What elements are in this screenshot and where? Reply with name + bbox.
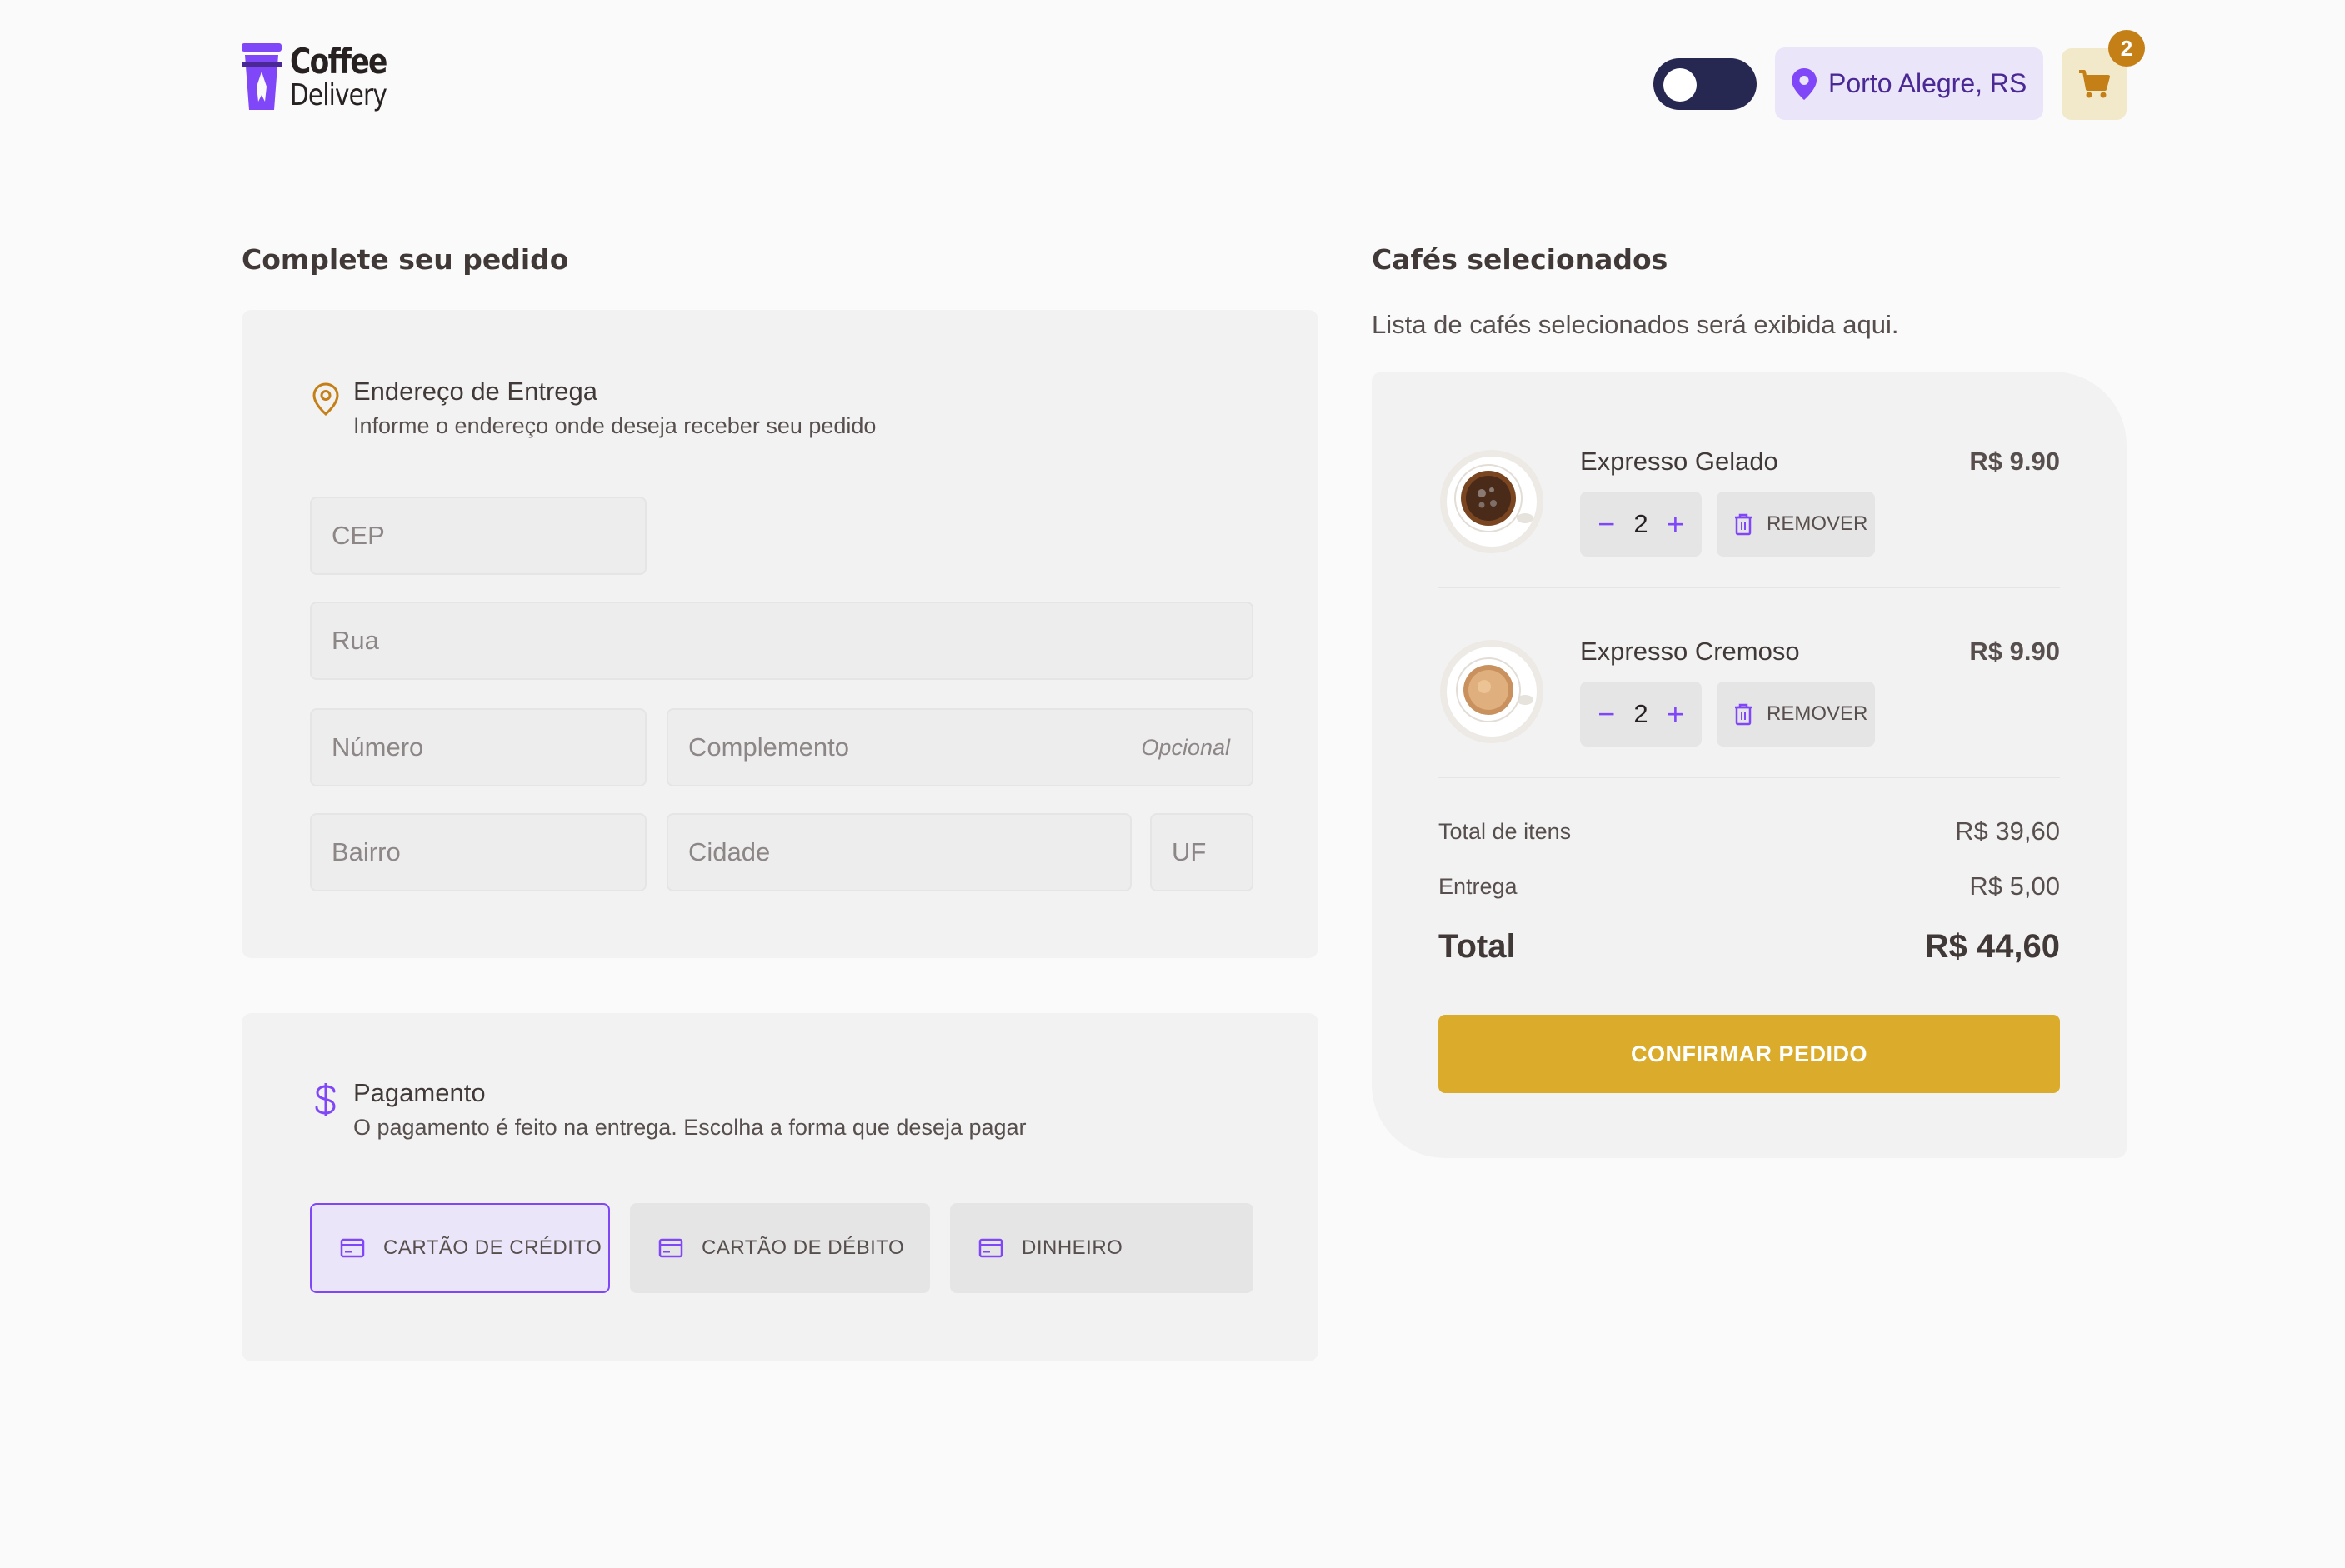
- cart-title: Cafés selecionados: [1372, 243, 1668, 276]
- address-subtitle: Informe o endereço onde deseja receber s…: [353, 413, 877, 438]
- cart-item-name: Expresso Gelado: [1580, 447, 1778, 476]
- location-text: Porto Alegre, RS: [1828, 68, 2028, 98]
- items-total-label: Total de itens: [1438, 818, 1572, 844]
- iced-espresso-image: [1440, 450, 1543, 553]
- address-card: Endereço de Entrega Informe o endereço o…: [242, 310, 1318, 958]
- cep-input[interactable]: CEP: [310, 497, 647, 575]
- confirm-order-button[interactable]: CONFIRMAR PEDIDO: [1438, 1015, 2060, 1093]
- city-input[interactable]: Cidade: [667, 813, 1132, 891]
- cart-item-price: R$ 9.90: [1969, 637, 2060, 666]
- neighborhood-input[interactable]: Bairro: [310, 813, 647, 891]
- trash-icon: [1735, 703, 1752, 726]
- payment-cash-label: DINHEIRO: [1022, 1236, 1123, 1259]
- credit-card-icon: [340, 1238, 365, 1258]
- city-placeholder: Cidade: [688, 837, 771, 866]
- cart-item-price: R$ 9.90: [1969, 447, 2060, 476]
- item-divider: [1438, 587, 2060, 588]
- payment-debit-label: CARTÃO DE DÉBITO: [702, 1236, 905, 1259]
- logo[interactable]: Coffee Delivery: [242, 43, 408, 112]
- payment-card: Pagamento O pagamento é feito na entrega…: [242, 1013, 1318, 1361]
- grand-total-value: R$ 44,60: [1924, 928, 2060, 965]
- creamy-espresso-image: [1440, 640, 1543, 743]
- decrease-quantity-button[interactable]: −: [1598, 699, 1615, 729]
- delivery-row: Entrega R$ 5,00: [1438, 871, 2060, 901]
- remove-label: REMOVER: [1767, 512, 1868, 535]
- logo-line-2: Delivery: [290, 78, 388, 112]
- coffee-cup-logo-icon: [242, 43, 282, 110]
- grand-total-label: Total: [1438, 928, 1516, 965]
- delivery-value: R$ 5,00: [1969, 871, 2060, 901]
- order-form-title: Complete seu pedido: [242, 243, 569, 276]
- remove-item-button[interactable]: REMOVER: [1717, 492, 1875, 557]
- neighborhood-placeholder: Bairro: [332, 837, 401, 866]
- cart-item: Expresso Gelado R$ 9.90 − 2 + REMOVER: [1438, 440, 2060, 607]
- trash-icon: [1735, 513, 1752, 536]
- cart-count-badge: 2: [2108, 30, 2145, 67]
- optional-hint: Opcional: [1141, 734, 1230, 760]
- payment-credit-card-button[interactable]: CARTÃO DE CRÉDITO: [310, 1203, 610, 1293]
- increase-quantity-button[interactable]: +: [1667, 509, 1684, 539]
- number-input[interactable]: Número: [310, 708, 647, 786]
- shopping-cart-icon: [2079, 70, 2110, 98]
- items-total-row: Total de itens R$ 39,60: [1438, 816, 2060, 846]
- state-placeholder: UF: [1172, 837, 1207, 866]
- cart-item: Expresso Cremoso R$ 9.90 − 2 + REMOVER: [1438, 630, 2060, 796]
- remove-label: REMOVER: [1767, 702, 1868, 725]
- delivery-label: Entrega: [1438, 873, 1518, 899]
- item-divider: [1438, 777, 2060, 778]
- grand-total-row: Total R$ 44,60: [1438, 928, 2060, 966]
- map-pin-outline-icon: [312, 382, 339, 416]
- state-input[interactable]: UF: [1150, 813, 1253, 891]
- complement-placeholder: Complemento: [688, 732, 849, 762]
- street-input[interactable]: Rua: [310, 602, 1253, 680]
- complement-input[interactable]: Complemento Opcional: [667, 708, 1253, 786]
- remove-item-button[interactable]: REMOVER: [1717, 682, 1875, 747]
- cash-icon: [978, 1238, 1003, 1258]
- address-title: Endereço de Entrega: [353, 377, 598, 406]
- logo-line-1: Coffee: [290, 41, 388, 82]
- street-placeholder: Rua: [332, 626, 379, 655]
- debit-card-icon: [658, 1238, 683, 1258]
- cep-placeholder: CEP: [332, 521, 385, 550]
- map-pin-icon: [1792, 67, 1817, 100]
- payment-subtitle: O pagamento é feito na entrega. Escolha …: [353, 1115, 1027, 1140]
- toggle-knob: [1663, 68, 1697, 102]
- cart-item-name: Expresso Cremoso: [1580, 637, 1800, 666]
- payment-cash-button[interactable]: DINHEIRO: [950, 1203, 1253, 1293]
- quantity-stepper: − 2 +: [1580, 492, 1702, 557]
- decrease-quantity-button[interactable]: −: [1598, 509, 1615, 539]
- cart-subtitle: Lista de cafés selecionados será exibida…: [1372, 310, 1899, 339]
- dollar-sign-icon: [315, 1083, 336, 1116]
- quantity-stepper: − 2 +: [1580, 682, 1702, 747]
- number-placeholder: Número: [332, 732, 424, 762]
- items-total-value: R$ 39,60: [1955, 816, 2060, 846]
- quantity-value: 2: [1633, 699, 1648, 728]
- quantity-value: 2: [1633, 509, 1648, 538]
- payment-credit-label: CARTÃO DE CRÉDITO: [383, 1236, 602, 1259]
- payment-debit-card-button[interactable]: CARTÃO DE DÉBITO: [630, 1203, 930, 1293]
- header: Coffee Delivery Porto Alegre, RS 2: [0, 0, 2345, 167]
- payment-title: Pagamento: [353, 1078, 486, 1107]
- theme-toggle[interactable]: [1653, 58, 1757, 110]
- cart-summary-card: Expresso Gelado R$ 9.90 − 2 + REMOVER Ex…: [1372, 372, 2127, 1158]
- location-badge[interactable]: Porto Alegre, RS: [1775, 47, 2043, 120]
- increase-quantity-button[interactable]: +: [1667, 699, 1684, 729]
